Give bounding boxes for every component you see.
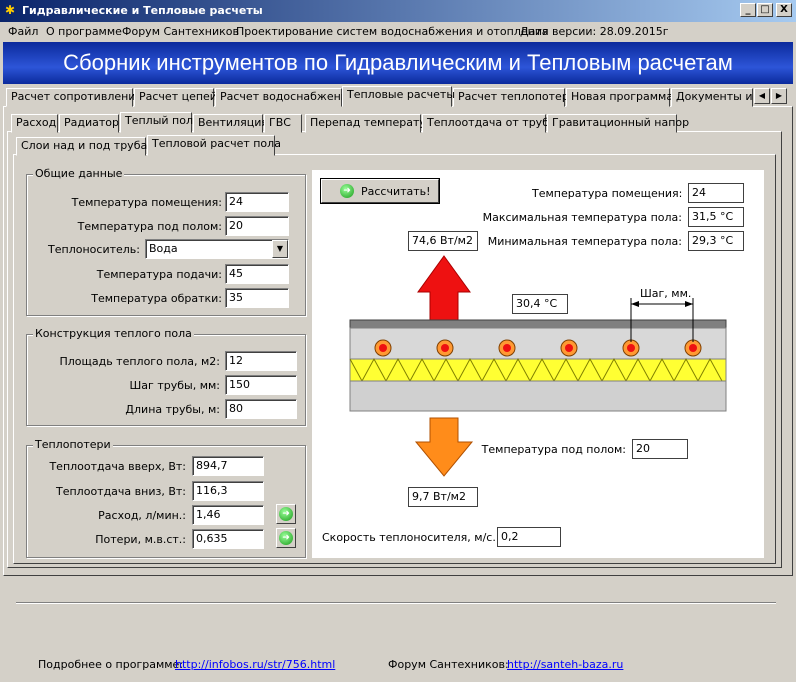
heat-down-label: Теплоотдача вниз, Вт: [56,485,186,498]
tab-heat-loss[interactable]: Расчет теплопотерь [453,88,575,107]
heat-up-arrow [417,255,471,323]
tab-floor-thermal-calc[interactable]: Тепловой расчет пола [147,135,281,156]
menu-file[interactable]: Файл [8,25,38,38]
floor-diagram: ➜ Рассчитать! Температура помещения: 24 … [312,170,764,558]
close-button[interactable]: X [776,3,792,17]
heat-up-label: Теплоотдача вверх, Вт: [49,460,186,473]
return-temp-label: Температура обратки: [91,292,222,305]
minimize-button[interactable]: _ [740,3,756,17]
construction-title: Конструкция теплого пола [33,327,194,340]
head-loss-label: Потери, м.в.ст.: [95,533,186,546]
heat-loss-title: Теплопотери [33,438,113,451]
forum-label: Форум Сантехников: [388,658,509,671]
tab-documents[interactable]: Документы и л [671,88,753,107]
banner: Сборник инструментов по Гидравлическим и… [3,42,793,84]
room-temp-input[interactable]: 24 [225,192,289,212]
floor-surface-layer [349,319,727,329]
diag-under-temp-label: Температура под полом: [481,443,626,456]
base-slab-layer [349,380,727,412]
length-input[interactable]: 80 [225,399,297,419]
chevron-down-icon[interactable]: ▼ [272,240,288,258]
footer: Подробнее о программе: http://infobos.ru… [0,648,796,682]
window-title: Гидравлические и Тепловые расчеты [22,4,263,17]
pitch-dim-label: Шаг, мм. [640,287,692,300]
head-loss-go-button[interactable]: ➜ [276,528,296,548]
pitch-input[interactable]: 150 [225,375,297,395]
under-temp-label: Температура под полом: [77,220,222,233]
pipe [498,339,516,357]
general-data-title: Общие данные [33,167,125,180]
pitch-label: Шаг трубы, мм: [129,379,220,392]
velocity-value: 0,2 [497,527,561,547]
supply-temp-input[interactable]: 45 [225,264,289,284]
tab-pipe-heat-output[interactable]: Теплоотдача от трубы [422,114,558,133]
return-temp-input[interactable]: 35 [225,288,289,308]
insulation-layer [349,358,727,382]
about-label: Подробнее о программе: [38,658,184,671]
screed-layer [349,327,727,360]
pitch-arrow-right [685,301,693,307]
under-temp-input[interactable]: 20 [225,216,289,236]
tab-thermal[interactable]: Тепловые расчеты [342,86,455,107]
tab-water-supply[interactable]: Расчет водоснабжения [215,88,355,107]
tab-temp-difference[interactable]: Перепад температур [305,114,433,133]
pipe [436,339,454,357]
tab-scroll-left-icon[interactable]: ◀ [754,88,770,104]
coolant-select[interactable]: Вода ▼ [145,239,289,259]
flow-label: Расход, л/мин.: [98,509,186,522]
flow-output: 1,46 [192,505,264,525]
tab-gravity-head[interactable]: Гравитационный напор [547,114,689,133]
about-link[interactable]: http://infobos.ru/str/756.html [175,658,335,671]
menu-version-date: Дата версии: 28.09.2015г [520,25,669,38]
tab-new-program[interactable]: Новая программа [566,88,673,107]
tab-hot-water[interactable]: ГВС [264,114,302,133]
supply-temp-label: Температура подачи: [96,268,222,281]
tab-flow[interactable]: Расход [11,114,58,133]
area-label: Площадь теплого пола, м2: [59,355,220,368]
tab-layers[interactable]: Слои над и под трубами [16,137,163,156]
forum-link[interactable]: http://santeh-baza.ru [507,658,623,671]
head-loss-output: 0,635 [192,529,264,549]
pipe [560,339,578,357]
tab-ventilation[interactable]: Вентиляция [193,114,268,133]
tab-radiator[interactable]: Радиатор [59,114,119,133]
arrow-right-icon: ➜ [279,507,293,521]
menu-about[interactable]: О программе [46,25,122,38]
tab-scroll-right-icon[interactable]: ▶ [771,88,787,104]
coolant-select-value: Вода [149,242,178,255]
app-icon: ✱ [5,3,16,17]
pipe [684,339,702,357]
heat-down-output: 116,3 [192,481,264,501]
coolant-label: Теплоноситель: [48,243,140,256]
velocity-label: Скорость теплоносителя, м/с.: [322,531,500,544]
heat-down-arrow [414,417,474,477]
heat-up-output: 894,7 [192,456,264,476]
area-input[interactable]: 12 [225,351,297,371]
maximize-button[interactable]: □ [757,3,773,17]
flow-go-button[interactable]: ➜ [276,504,296,524]
menu-bar: Файл О программе Форум Сантехников Проек… [0,22,796,42]
tab-circuits[interactable]: Расчет цепей [134,88,217,107]
tab-resistance[interactable]: Расчет сопротивлений [6,88,143,107]
title-bar: ✱ Гидравлические и Тепловые расчеты _ □ … [0,0,796,22]
down-flux-value: 9,7 Вт/м2 [408,487,478,507]
arrow-right-icon: ➜ [279,531,293,545]
floor-section-svg [349,255,727,477]
surface-temp-value: 30,4 °C [512,294,568,314]
tab-warm-floor[interactable]: Теплый пол [120,112,193,133]
room-temp-label: Температура помещения: [71,196,222,209]
pitch-arrow-left [631,301,639,307]
separator [16,602,776,604]
pipe [374,339,392,357]
length-label: Длина трубы, м: [125,403,220,416]
menu-forum[interactable]: Форум Сантехников [122,25,239,38]
menu-design[interactable]: Проектирование систем водоснабжения и от… [236,25,549,38]
pipe [622,339,640,357]
diag-under-temp-value: 20 [632,439,688,459]
